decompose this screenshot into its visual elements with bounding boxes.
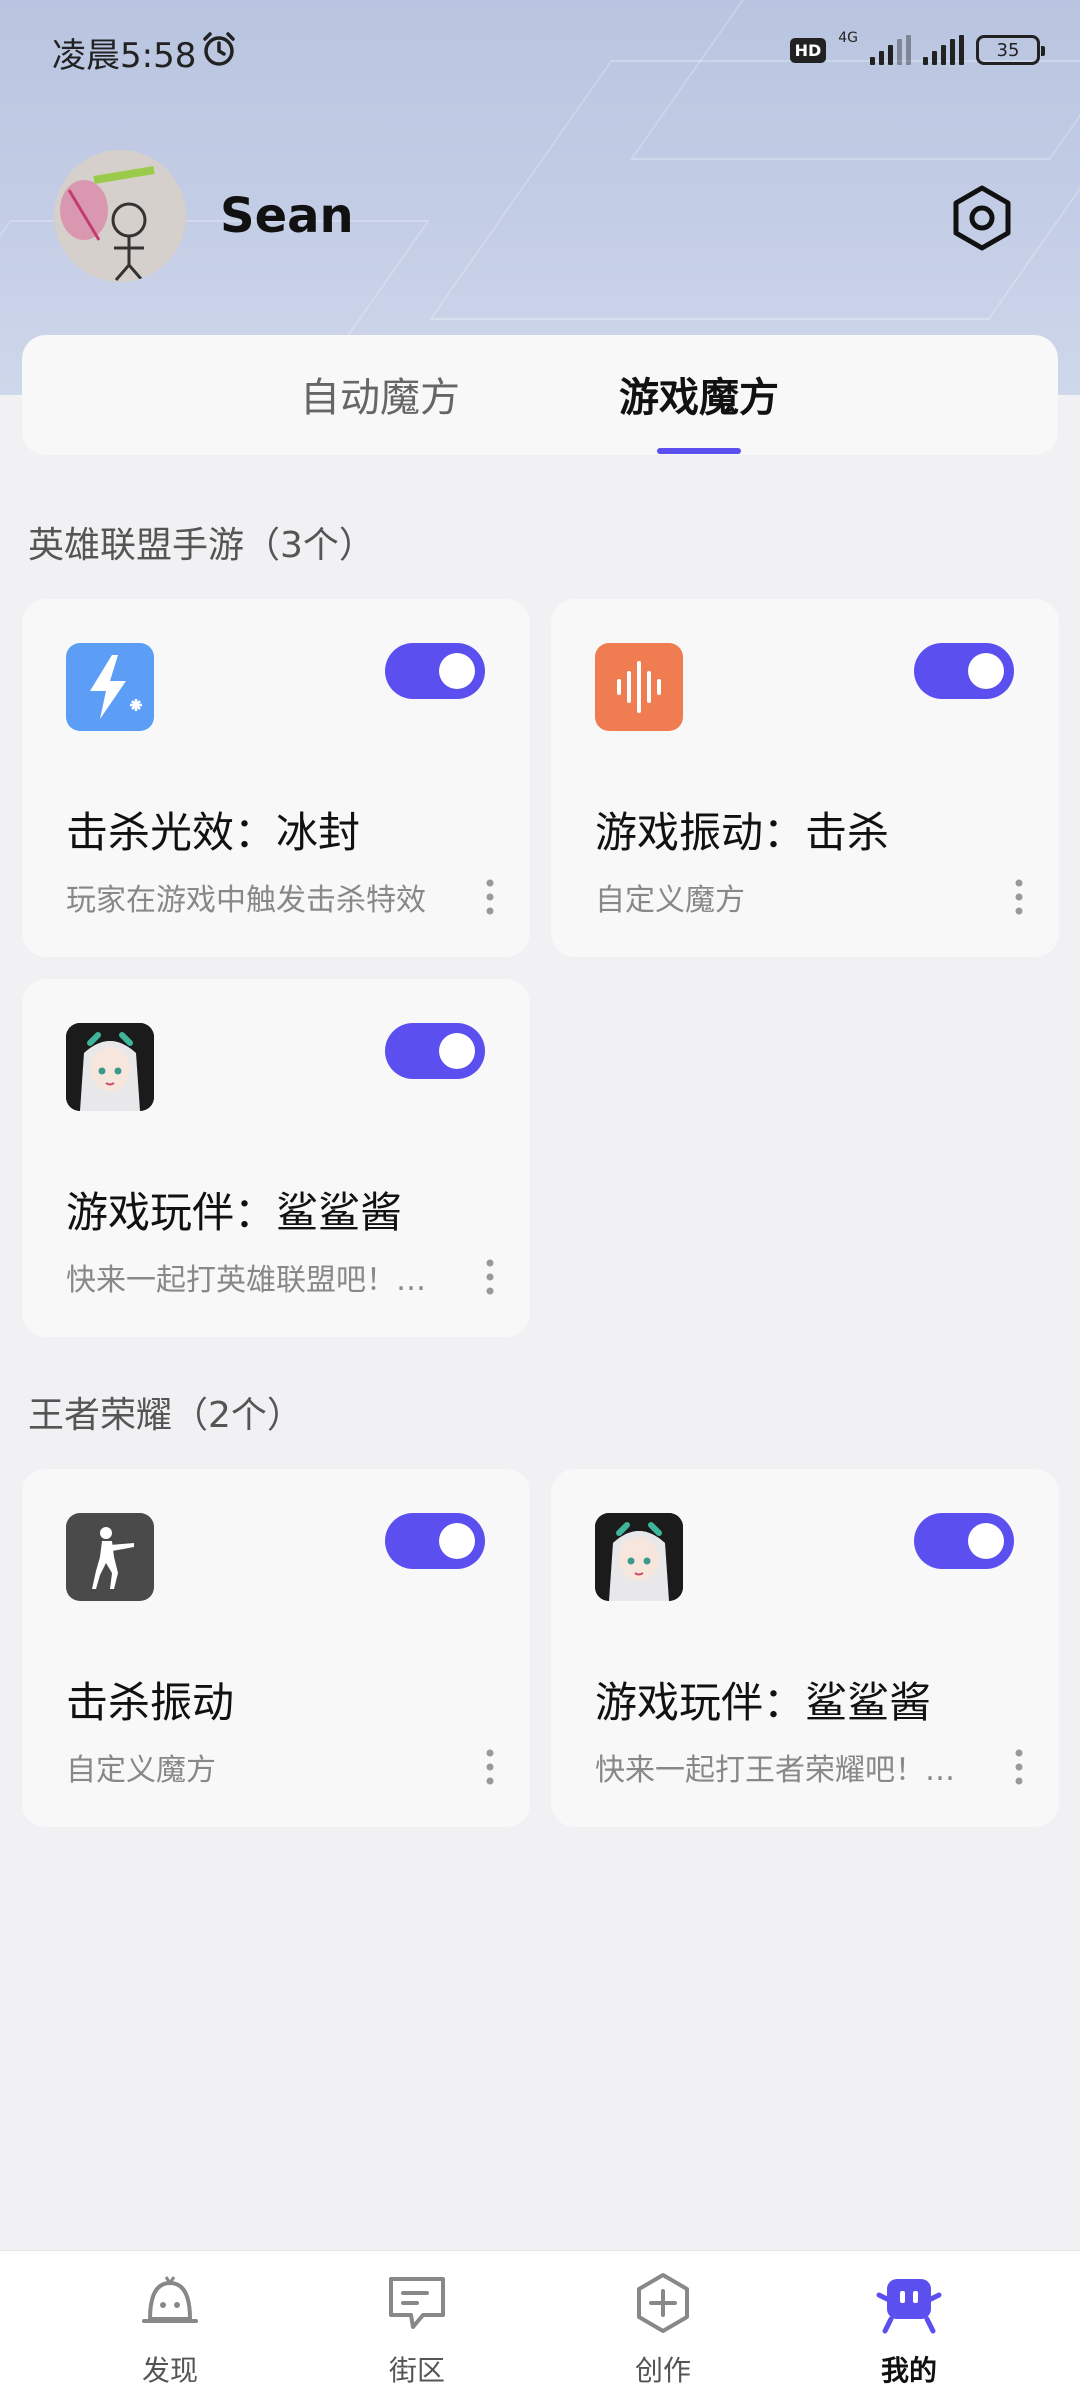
more-options-icon[interactable] [482, 1257, 498, 1297]
signal-icon [870, 35, 911, 65]
nav-label: 发现 [141, 2354, 198, 2387]
cube-card[interactable]: 游戏玩伴：鲨鲨酱 快来一起打英雄联盟吧！我是你的游戏玩伴 [22, 979, 530, 1337]
more-options-icon[interactable] [482, 1747, 498, 1787]
card-subtitle: 自定义魔方 [595, 883, 745, 918]
status-bar: 凌晨5:58 HD 4G 35 [0, 0, 1080, 100]
cube-card[interactable]: 击杀振动 自定义魔方 [22, 1469, 530, 1827]
tab-game-cube[interactable]: 游戏魔方 [619, 365, 779, 423]
anime-girl-avatar-icon [595, 1513, 683, 1601]
soldier-icon [66, 1513, 154, 1601]
more-options-icon[interactable] [1011, 877, 1027, 917]
signal-icon [923, 35, 964, 65]
sound-wave-icon [595, 643, 683, 731]
alarm-icon [203, 32, 235, 66]
cube-card[interactable]: 游戏玩伴：鲨鲨酱 快来一起打王者荣耀吧！我是你的游戏玩伴 [551, 1469, 1059, 1827]
nav-label: 创作 [634, 2354, 691, 2387]
card-title: 击杀振动 [66, 1678, 235, 1727]
anime-girl-avatar-icon [66, 1023, 154, 1111]
active-tab-indicator [657, 448, 741, 454]
nav-item-block[interactable]: 街区 [327, 2251, 507, 2400]
tab-auto-cube[interactable]: 自动魔方 [300, 365, 460, 423]
card-subtitle: 自定义魔方 [66, 1753, 216, 1788]
card-title: 游戏振动：击杀 [595, 808, 890, 857]
cube-card[interactable]: 游戏振动：击杀 自定义魔方 [551, 599, 1059, 957]
more-options-icon[interactable] [482, 877, 498, 917]
battery-level: 35 [996, 39, 1020, 61]
cube-card[interactable]: 击杀光效：冰封 玩家在游戏中触发击杀特效 [22, 599, 530, 957]
plus-hexagon-icon [637, 2273, 689, 2333]
status-time: 凌晨5:58 [52, 36, 197, 76]
mascot-icon [876, 2279, 942, 2334]
card-title: 游戏玩伴：鲨鲨酱 [595, 1678, 932, 1727]
nav-item-create[interactable]: 创作 [573, 2251, 753, 2400]
card-title: 击杀光效：冰封 [66, 808, 361, 857]
nav-label: 街区 [388, 2354, 445, 2387]
nav-label: 我的 [880, 2354, 937, 2387]
card-title: 游戏玩伴：鲨鲨酱 [66, 1188, 403, 1237]
hd-badge: HD [789, 37, 827, 63]
battery-icon: 35 [976, 35, 1045, 65]
settings-icon[interactable] [950, 184, 1014, 252]
avatar[interactable] [54, 150, 186, 282]
tab-bar: 自动魔方 游戏魔方 [22, 335, 1058, 455]
enable-toggle[interactable] [385, 1023, 485, 1079]
enable-toggle[interactable] [385, 643, 485, 699]
lightning-snow-icon [66, 643, 154, 731]
network-type: 4G [838, 30, 858, 46]
card-subtitle: 玩家在游戏中触发击杀特效 [66, 883, 426, 918]
section-title: 王者荣耀（2个） [28, 1395, 303, 1436]
robot-icon [142, 2276, 198, 2323]
nav-item-mine[interactable]: 我的 [819, 2251, 999, 2400]
enable-toggle[interactable] [914, 643, 1014, 699]
section-title: 英雄联盟手游（3个） [28, 525, 375, 566]
bottom-nav: 发现 街区 创作 我的 [0, 2250, 1080, 2400]
card-subtitle: 快来一起打英雄联盟吧！我是你的游戏玩伴 [66, 1263, 441, 1298]
username[interactable]: Sean [220, 188, 354, 244]
status-indicators: HD 4G 35 [789, 30, 1045, 70]
more-options-icon[interactable] [1011, 1747, 1027, 1787]
enable-toggle[interactable] [385, 1513, 485, 1569]
card-subtitle: 快来一起打王者荣耀吧！我是你的游戏玩伴 [595, 1753, 970, 1788]
nav-item-discover[interactable]: 发现 [80, 2251, 260, 2400]
enable-toggle[interactable] [914, 1513, 1014, 1569]
chat-bubble-icon [389, 2277, 445, 2329]
